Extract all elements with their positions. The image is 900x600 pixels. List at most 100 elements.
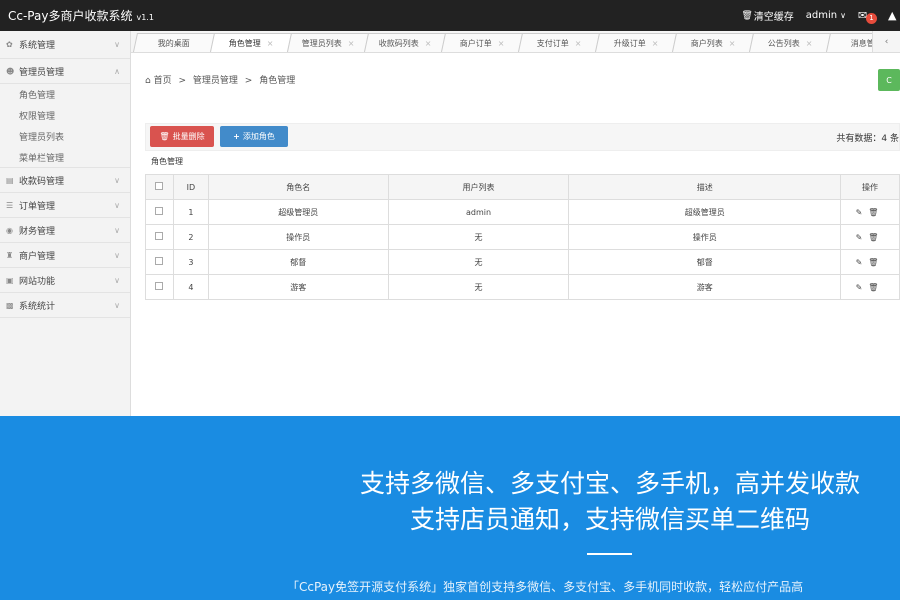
theme-button[interactable]: ▲ <box>888 9 900 22</box>
tab-label: 公告列表 <box>767 38 800 48</box>
sidebar-item-system[interactable]: ✿ 系统管理 ∨ <box>0 31 130 59</box>
sidebar-item-label: 商户管理 <box>19 251 56 262</box>
breadcrumb-level2: 角色管理 <box>259 76 296 86</box>
close-icon[interactable]: × <box>575 39 582 48</box>
edit-icon[interactable]: ✎ <box>856 258 869 267</box>
table-row: 1 超级管理员 admin 超级管理员 ✎🗑 <box>145 199 900 225</box>
sidebar-subitem-permissions[interactable]: 权限管理 <box>0 105 130 126</box>
close-icon[interactable]: × <box>425 39 432 48</box>
cell-users: 无 <box>387 249 570 275</box>
tab-notice-list[interactable]: 公告列表 × <box>748 33 832 52</box>
close-icon[interactable]: × <box>652 39 659 48</box>
table-row: 3 郁督 无 郁督 ✎🗑 <box>145 249 900 275</box>
tab-scroll-left-button[interactable]: ‹ <box>872 31 900 52</box>
main-content: ⌂ 首页 > 管理员管理 > 角色管理 C 🗑 批量删除 + 添加角色 共有数据… <box>131 53 900 416</box>
window-icon: ▣ <box>6 275 14 285</box>
tab-roles[interactable]: 角色管理 × <box>209 33 293 52</box>
row-checkbox[interactable] <box>145 274 174 300</box>
refresh-button[interactable]: C <box>878 69 900 91</box>
delete-icon[interactable]: 🗑 <box>868 208 884 217</box>
sidebar-subitem-label: 权限管理 <box>19 112 56 122</box>
sidebar-subitem-admin-list[interactable]: 管理员列表 <box>0 126 130 147</box>
tab-upgrade-orders[interactable]: 升级订单 × <box>594 33 678 52</box>
row-checkbox[interactable] <box>145 199 174 225</box>
username: admin <box>805 10 838 21</box>
top-bar: Cc-Pay多商户收款系统 v1.1 🗑 清空缓存 admin ∨ ✉ 1 ▲ <box>0 0 900 31</box>
tab-label: 支付订单 <box>536 38 569 48</box>
tab-admin-list[interactable]: 管理员列表 × <box>286 33 370 52</box>
add-role-button[interactable]: + 添加角色 <box>220 126 288 147</box>
chevron-down-icon: ∨ <box>114 275 120 285</box>
delete-icon[interactable]: 🗑 <box>868 258 884 267</box>
breadcrumb: ⌂ 首页 > 管理员管理 > 角色管理 <box>145 73 295 86</box>
sidebar-item-label: 财务管理 <box>19 226 56 237</box>
close-icon[interactable]: × <box>348 39 355 48</box>
row-checkbox[interactable] <box>145 224 174 250</box>
column-header-description: 描述 <box>568 174 842 200</box>
table-row: 4 游客 无 游客 ✎🗑 <box>145 274 900 300</box>
row-checkbox[interactable] <box>145 249 174 275</box>
delete-icon[interactable]: 🗑 <box>868 283 884 292</box>
sidebar-item-site[interactable]: ▣ 网站功能 ∨ <box>0 268 130 293</box>
action-bar: 🗑 批量删除 + 添加角色 共有数据：4 条 <box>145 123 900 151</box>
banner-divider <box>587 553 632 555</box>
roles-table: ID 角色名 用户列表 描述 操作 1 超级管理员 admin 超级管理员 ✎🗑… <box>145 174 900 300</box>
cell-users: admin <box>387 199 570 225</box>
chevron-down-icon: ∨ <box>114 40 120 49</box>
breadcrumb-home[interactable]: 首页 <box>154 76 172 86</box>
sidebar-item-orders[interactable]: ☰ 订单管理 ∨ <box>0 193 130 218</box>
user-menu[interactable]: admin ∨ <box>806 10 846 21</box>
edit-icon[interactable]: ✎ <box>856 233 869 242</box>
shop-icon: ♜ <box>6 250 14 260</box>
edit-icon[interactable]: ✎ <box>856 283 869 292</box>
sidebar-subitem-roles[interactable]: 角色管理 <box>0 84 130 105</box>
tab-pay-orders[interactable]: 支付订单 × <box>517 33 601 52</box>
cell-role-name: 游客 <box>207 274 389 300</box>
close-icon[interactable]: × <box>498 39 505 48</box>
banner-tagline: 「CcPay免签开源支付系统」独家首创支持多微信、多支付宝、多手机同时收款，轻松… <box>287 580 804 594</box>
sidebar-item-stats[interactable]: ▩ 系统统计 ∨ <box>0 293 130 318</box>
sidebar-subitem-label: 管理员列表 <box>19 133 65 143</box>
messages-button[interactable]: ✉ 1 <box>858 9 877 24</box>
sidebar-item-finance[interactable]: ◉ 财务管理 ∨ <box>0 218 130 243</box>
clear-cache-button[interactable]: 🗑 清空缓存 <box>741 8 793 24</box>
sidebar-item-admin[interactable]: ☻ 管理员管理 ∧ <box>0 59 130 84</box>
sidebar-item-merchants[interactable]: ♜ 商户管理 ∨ <box>0 243 130 268</box>
table-row: 2 操作员 无 操作员 ✎🗑 <box>145 224 900 250</box>
sidebar-item-label: 系统管理 <box>19 41 56 51</box>
column-header-actions: 操作 <box>840 174 900 200</box>
gear-icon: ✿ <box>6 40 13 49</box>
delete-icon[interactable]: 🗑 <box>868 233 884 242</box>
sidebar-subitem-menu[interactable]: 菜单栏管理 <box>0 147 130 168</box>
chevron-down-icon: ∨ <box>114 200 120 210</box>
app-brand[interactable]: Cc-Pay多商户收款系统 v1.1 <box>0 7 154 24</box>
column-header-id: ID <box>172 174 209 200</box>
cell-role-name: 超级管理员 <box>207 199 389 225</box>
app-title: Cc-Pay多商户收款系统 <box>8 9 133 23</box>
tab-label: 收款码列表 <box>378 38 419 48</box>
breadcrumb-level1[interactable]: 管理员管理 <box>193 76 238 86</box>
chevron-down-icon: ∨ <box>114 250 120 260</box>
sidebar-item-label: 系统统计 <box>19 301 56 312</box>
batch-delete-label: 批量删除 <box>172 132 205 141</box>
close-icon[interactable]: × <box>729 39 736 48</box>
close-icon[interactable]: × <box>267 39 274 48</box>
tab-qrcode-list[interactable]: 收款码列表 × <box>363 33 447 52</box>
tab-desktop[interactable]: 我的桌面 <box>132 33 216 52</box>
trash-icon: 🗑 <box>741 10 753 21</box>
sidebar-item-qrcode[interactable]: ▤ 收款码管理 ∨ <box>0 168 130 193</box>
list-icon: ☰ <box>6 200 14 210</box>
plus-icon: + <box>233 132 240 141</box>
chevron-down-icon: ∨ <box>114 300 120 310</box>
tab-label: 角色管理 <box>228 38 261 48</box>
close-icon[interactable]: × <box>806 39 813 48</box>
batch-delete-button[interactable]: 🗑 批量删除 <box>150 126 214 147</box>
select-all-checkbox[interactable] <box>145 174 174 200</box>
tab-merchant-list[interactable]: 商户列表 × <box>671 33 755 52</box>
tab-merchant-orders[interactable]: 商户订单 × <box>440 33 524 52</box>
refresh-icon: C <box>886 75 892 85</box>
edit-icon[interactable]: ✎ <box>856 208 869 217</box>
chevron-down-icon: ∨ <box>840 11 846 20</box>
chevron-up-icon: ∧ <box>114 66 120 76</box>
tab-label: 升级订单 <box>613 38 646 48</box>
